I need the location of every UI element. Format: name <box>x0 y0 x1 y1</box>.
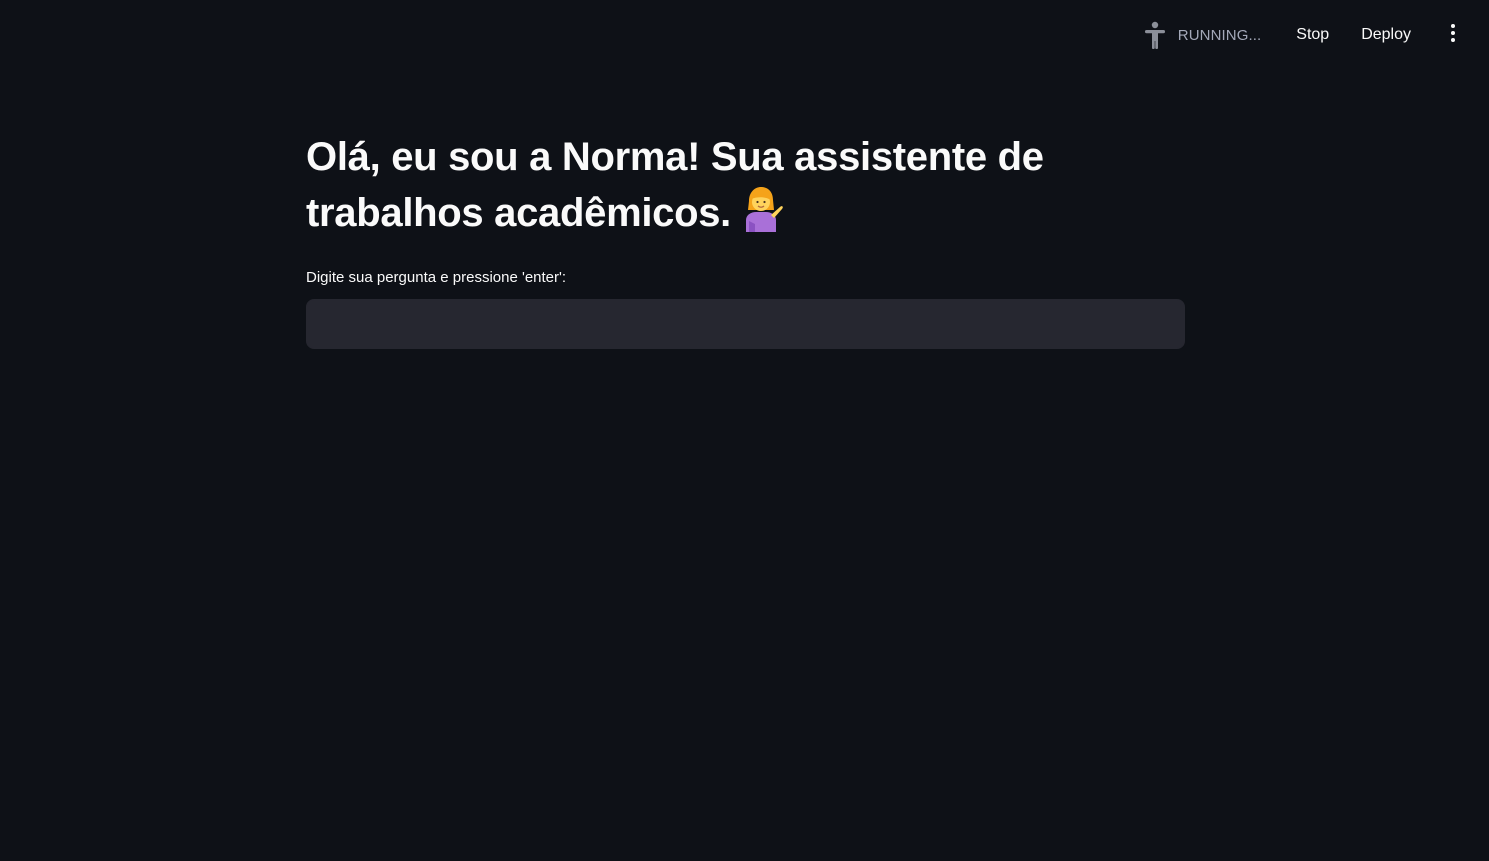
question-input[interactable] <box>306 299 1185 349</box>
main-menu-button[interactable] <box>1439 21 1467 49</box>
main-content: Olá, eu sou a Norma! Sua assistente de t… <box>306 130 1185 349</box>
woman-tipping-hand-emoji-icon <box>737 184 785 232</box>
running-status: RUNNING... <box>1142 20 1262 50</box>
question-input-label: Digite sua pergunta e pressione 'enter': <box>306 269 567 286</box>
running-person-icon <box>1142 20 1168 50</box>
page-title: Olá, eu sou a Norma! Sua assistente de t… <box>306 130 1185 240</box>
vertical-dots-icon <box>1450 23 1456 48</box>
app-root: RUNNING... Stop Deploy Olá, eu sou a Nor… <box>0 0 1489 861</box>
stop-button[interactable]: Stop <box>1286 20 1339 50</box>
deploy-button[interactable]: Deploy <box>1351 20 1421 50</box>
page-title-text: Olá, eu sou a Norma! Sua assistente de t… <box>306 135 1044 235</box>
top-toolbar: RUNNING... Stop Deploy <box>1142 0 1489 70</box>
running-status-text: RUNNING... <box>1177 26 1262 44</box>
